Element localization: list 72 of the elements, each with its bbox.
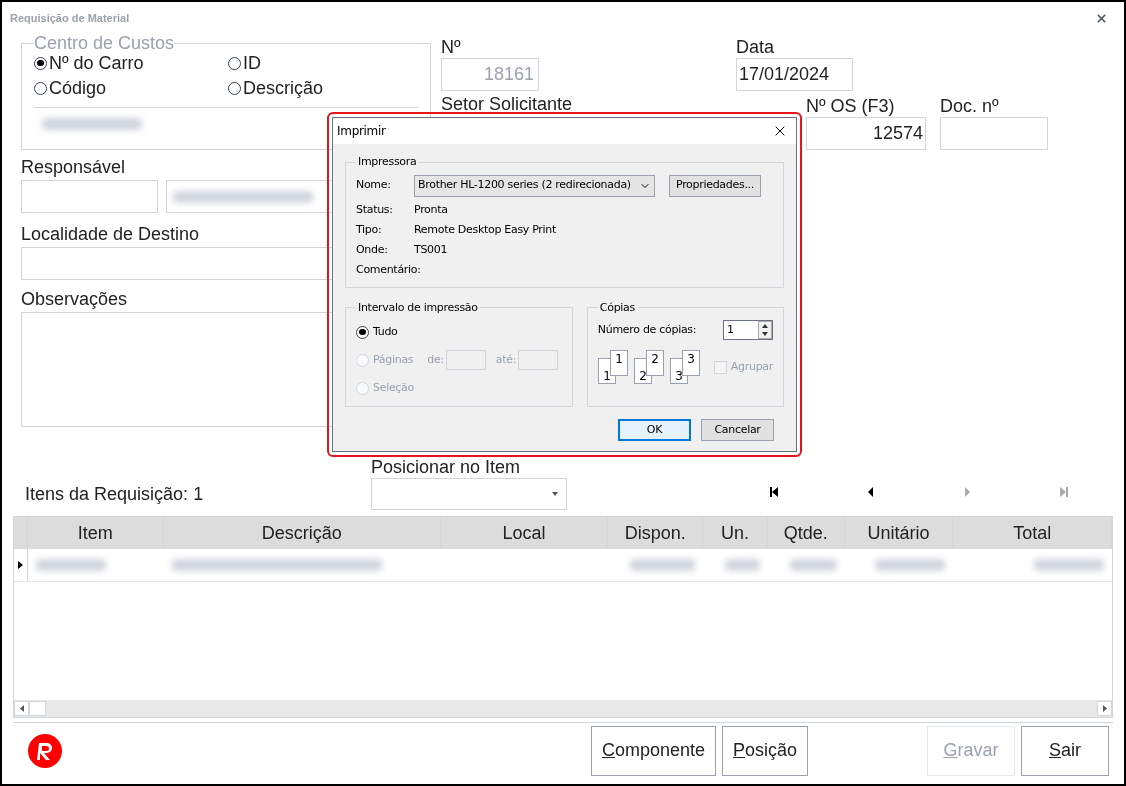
- items-count-label: Itens da Requisição: 1: [25, 484, 204, 504]
- radio-button[interactable]: [228, 56, 241, 70]
- field-label: Doc. nº: [940, 95, 1000, 117]
- date-field[interactable]: 17/01/2024: [736, 58, 853, 91]
- window-title: Requisição de Material: [10, 10, 130, 26]
- field-label: Observações: [21, 289, 128, 309]
- doc-number-field[interactable]: [940, 117, 1048, 150]
- info-label: Comentário:: [356, 262, 421, 279]
- info-value: Remote Desktop Easy Print: [414, 222, 557, 239]
- column-header[interactable]: Un.: [703, 517, 768, 549]
- radio-button[interactable]: [356, 325, 369, 339]
- radio-button[interactable]: [34, 81, 47, 95]
- action-button[interactable]: Posição: [722, 725, 809, 776]
- dialog-title: Imprimir: [337, 123, 386, 140]
- field-label: até:: [495, 351, 517, 368]
- option-label: ID: [243, 52, 261, 74]
- info-value: TS001: [414, 242, 448, 259]
- column-header[interactable]: Qtde.: [767, 517, 845, 549]
- column-header[interactable]: Local: [440, 517, 609, 549]
- field-label: Localidade de Destino: [21, 224, 200, 244]
- action-button[interactable]: Sair: [1021, 725, 1109, 776]
- from-page-field[interactable]: [445, 350, 486, 370]
- info-label: Tipo:: [356, 222, 383, 239]
- action-button[interactable]: Componente: [591, 725, 717, 776]
- column-header[interactable]: Total: [953, 517, 1112, 549]
- column-header[interactable]: Descrição: [163, 517, 441, 549]
- checkbox-label: Agrupar: [730, 358, 773, 375]
- text-field[interactable]: [21, 180, 158, 213]
- field-label: Nome:: [356, 177, 392, 194]
- close-icon[interactable]: [1095, 11, 1108, 25]
- option-label: Tudo: [373, 323, 398, 340]
- copies-spinner[interactable]: 1: [723, 320, 773, 340]
- up-down-arrows-icon[interactable]: [758, 321, 772, 339]
- column-header[interactable]: Item: [27, 517, 164, 549]
- cancel-button[interactable]: Cancelar: [701, 419, 774, 441]
- option-label: Páginas: [373, 351, 414, 368]
- column-header[interactable]: Unitário: [844, 517, 954, 549]
- group-title: Intervalo de impressão: [357, 299, 479, 316]
- os-number-field[interactable]: 12574: [806, 117, 926, 150]
- field-label: de:: [427, 351, 444, 368]
- ok-button[interactable]: OK: [618, 419, 691, 441]
- option-label: Seleção: [373, 379, 414, 396]
- info-label: Status:: [356, 202, 394, 219]
- option-label: Código: [49, 77, 107, 99]
- field-label: Data: [736, 36, 776, 58]
- radio-button[interactable]: [34, 56, 47, 70]
- radio-button[interactable]: [228, 81, 241, 95]
- group-title: Impressora: [357, 154, 418, 170]
- scroll-right-icon[interactable]: [1102, 705, 1107, 712]
- info-label: Onde:: [356, 242, 389, 259]
- field-label: Nº OS (F3): [806, 95, 896, 117]
- field-label: Nº: [441, 36, 462, 58]
- number-field: 18161: [441, 58, 539, 91]
- scroll-left-icon[interactable]: [19, 705, 24, 712]
- group-title: Centro de Custos: [34, 34, 175, 52]
- group-title: Cópias: [598, 299, 636, 316]
- field-label: Setor Solicitante: [441, 94, 573, 114]
- field-label: Número de cópias:: [597, 321, 697, 338]
- option-label: Descrição: [243, 77, 324, 99]
- option-label: Nº do Carro: [49, 52, 144, 74]
- caret-down-icon: [552, 492, 558, 496]
- column-header[interactable]: Dispon.: [608, 517, 704, 549]
- properties-button[interactable]: Propriedades...: [669, 174, 761, 197]
- field-label: Posicionar no Item: [371, 456, 522, 478]
- field-label: Responsável: [21, 157, 126, 177]
- horizontal-scrollbar[interactable]: [14, 700, 1112, 717]
- printer-dropdown[interactable]: Brother HL-1200 series (2 redirecionada): [414, 174, 655, 197]
- info-value: Pronta: [414, 202, 448, 219]
- logo-icon: [28, 733, 62, 768]
- scrollbar-thumb[interactable]: [29, 701, 46, 716]
- to-page-field[interactable]: [518, 350, 559, 370]
- skip-start-icon[interactable]: [769, 486, 781, 498]
